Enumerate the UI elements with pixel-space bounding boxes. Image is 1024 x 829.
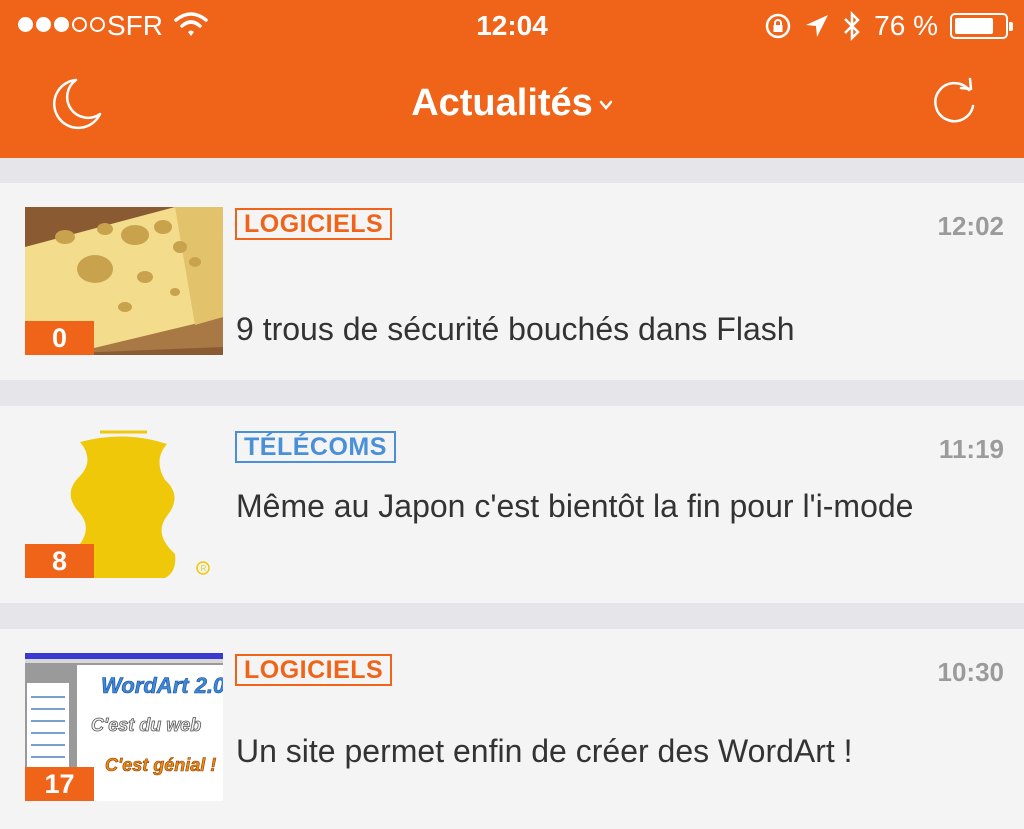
wordart-text-line: C'est du web	[91, 715, 201, 735]
page-title-label: Actualités	[411, 82, 593, 124]
top-bar: SFR 12:04 76 % Actualités	[0, 0, 1024, 158]
status-right-group: 76 %	[764, 10, 1013, 42]
article-card[interactable]: R 8 TÉLÉCOMS 11:19 Même au Japon c'est b…	[0, 406, 1024, 603]
svg-text:R: R	[201, 564, 207, 573]
article-title: Un site permet enfin de créer des WordAr…	[236, 733, 853, 769]
category-tag: TÉLÉCOMS	[235, 431, 396, 463]
comment-count-badge: 17	[25, 767, 94, 801]
article-card[interactable]: WordArt 2.0 C'est du web C'est génial ! …	[0, 629, 1024, 829]
imode-logo-image: R 8	[25, 430, 223, 578]
comment-count-badge: 0	[25, 321, 94, 355]
article-time: 10:30	[937, 657, 1005, 687]
article-card[interactable]: 0 LOGICIELS 12:02 9 trous de sécurité bo…	[0, 183, 1024, 380]
wordart-screenshot-image: WordArt 2.0 C'est du web C'est génial ! …	[25, 653, 223, 801]
wordart-text-line: C'est génial !	[105, 755, 216, 775]
wordart-text-line: WordArt 2.0	[101, 673, 223, 698]
article-title: 9 trous de sécurité bouchés dans Flash	[236, 311, 795, 347]
battery-percentage: 76 %	[874, 10, 938, 41]
article-time: 11:19	[938, 434, 1004, 464]
refresh-icon[interactable]	[925, 74, 985, 134]
category-tag: LOGICIELS	[235, 654, 393, 686]
battery-tip	[1009, 22, 1013, 31]
location-icon	[806, 15, 829, 37]
article-title: Même au Japon c'est bientôt la fin pour …	[236, 488, 914, 524]
rotation-lock-icon	[765, 13, 791, 39]
cheese-image: 0	[25, 207, 223, 355]
chevron-down-icon	[599, 100, 613, 110]
category-tag: LOGICIELS	[235, 208, 393, 240]
article-time: 12:02	[937, 211, 1005, 241]
navigation-bar: Actualités	[0, 52, 1024, 158]
battery-fill	[955, 18, 993, 34]
comment-count-badge: 8	[25, 544, 94, 578]
battery-icon	[950, 13, 1013, 39]
bluetooth-icon	[844, 11, 860, 41]
status-bar: SFR 12:04 76 %	[0, 0, 1024, 52]
page-title[interactable]: Actualités	[0, 82, 1024, 125]
